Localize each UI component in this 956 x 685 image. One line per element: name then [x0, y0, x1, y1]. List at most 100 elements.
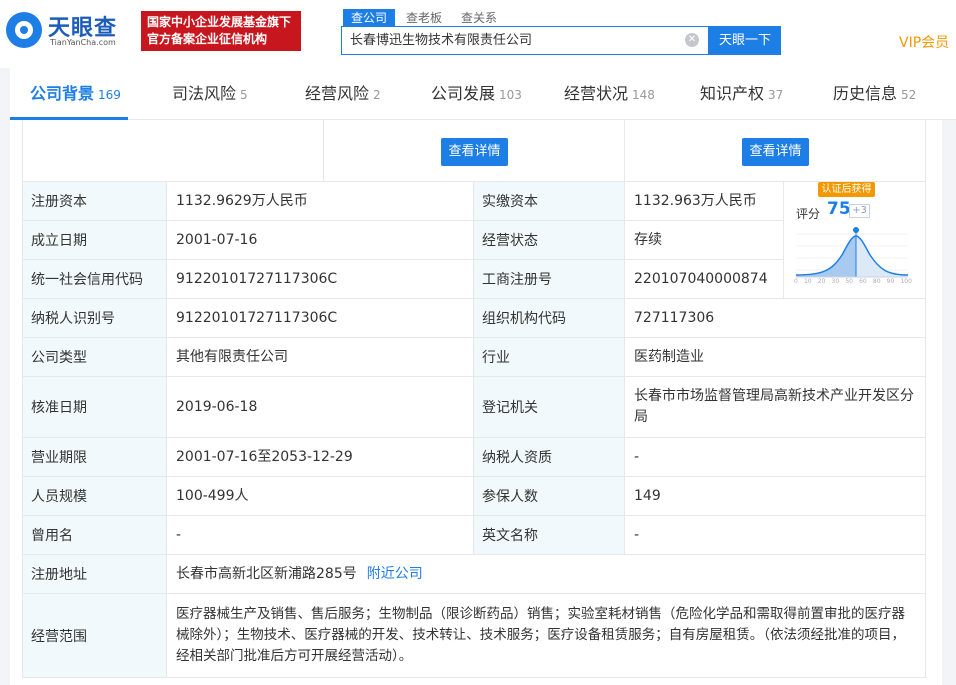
tab-count: 2: [373, 88, 381, 102]
axis-tick: 80: [872, 278, 881, 285]
field-label: 成立日期: [22, 221, 166, 259]
nearby-companies-link[interactable]: 附近公司: [367, 564, 423, 585]
search-tab-company[interactable]: 查公司: [343, 9, 396, 27]
score-widget[interactable]: 认证后获得 评分 75 +3 0 10 20 30 50 60 80 90 10…: [783, 182, 926, 299]
tab-count: 103: [499, 88, 522, 102]
tab-count: 5: [240, 88, 248, 102]
field-value: 727117306: [624, 299, 926, 337]
axis-tick: 50: [845, 278, 853, 285]
official-badge: 国家中小企业发展基金旗下 官方备案企业征信机构: [141, 11, 301, 51]
relation-cell: 查看详情: [624, 120, 926, 182]
field-label: 经营状态: [473, 221, 624, 259]
section-nav: 公司背景 169 司法风险 5 经营风险 2 公司发展 103 经营状况 148 知识产权…: [10, 68, 956, 120]
score-plus: +3: [849, 204, 870, 218]
eye-logo-icon: [6, 12, 42, 48]
field-label: 经营范围: [22, 594, 166, 677]
table-row: 核准日期 2019-06-18 登记机关 长春市市场监督管理局高新技术产业开发区…: [22, 377, 926, 438]
address-value: 长春市高新北区新浦路285号 附近公司: [166, 555, 926, 593]
clear-icon[interactable]: ✕: [685, 33, 699, 47]
axis-tick: 100: [900, 278, 912, 285]
logo[interactable]: 天眼查 TianYanCha.com: [6, 10, 134, 52]
search-input[interactable]: 长春博迅生物技术有限责任公司: [341, 26, 709, 55]
field-label: 纳税人资质: [473, 438, 624, 476]
field-label: 核准日期: [22, 377, 166, 437]
legal-rep-row: 查看详情 查看详情: [22, 120, 926, 182]
view-details-button[interactable]: 查看详情: [441, 138, 508, 166]
page-gutter: [943, 120, 956, 685]
field-value: 2019-06-18: [166, 377, 473, 437]
score-distribution-chart: [795, 227, 909, 278]
tab-count: 52: [901, 88, 917, 102]
field-value: 其他有限责任公司: [166, 338, 473, 376]
search-mode-tabs: 查公司 查老板 查关系: [343, 9, 508, 27]
field-value: 91220101727117306C: [166, 299, 473, 337]
axis-tick: 90: [886, 278, 895, 285]
field-value: -: [624, 438, 926, 476]
axis-tick: 60: [859, 278, 867, 285]
field-label: 统一社会信用代码: [22, 260, 166, 298]
score-axis: 0 10 20 30 50 60 80 90 100: [794, 278, 912, 288]
table-row: 公司类型 其他有限责任公司 行业 医药制造业: [22, 338, 926, 377]
field-label: 人员规模: [22, 477, 166, 515]
field-value: 2001-07-16至2053-12-29: [166, 438, 473, 476]
axis-tick: 20: [817, 278, 826, 285]
table-row: 注册地址 长春市高新北区新浦路285号 附近公司: [22, 555, 926, 594]
field-label: 实缴资本: [473, 182, 624, 220]
view-details-button[interactable]: 查看详情: [742, 138, 809, 166]
field-label: 英文名称: [473, 516, 624, 554]
top-bar: 天眼查 TianYanCha.com 国家中小企业发展基金旗下 官方备案企业征信…: [0, 0, 956, 68]
search-tab-relation[interactable]: 查关系: [453, 9, 505, 27]
shareholder-cell: 查看详情: [323, 120, 624, 182]
field-label: 注册资本: [22, 182, 166, 220]
badge-line-1: 国家中小企业发展基金旗下: [147, 15, 292, 29]
field-label: 曾用名: [22, 516, 166, 554]
field-label: 公司类型: [22, 338, 166, 376]
table-row: 经营范围 医疗器械生产及销售、售后服务；生物制品（限诊断药品）销售；实验室耗材销…: [22, 594, 926, 678]
company-info-panel: 查看详情 查看详情 注册资本 1132.9629万人民币 实缴资本 1132.9…: [10, 120, 942, 685]
field-label: 组织机构代码: [473, 299, 624, 337]
field-label: 登记机关: [473, 377, 624, 437]
section-nav-wrap: 公司背景 169 司法风险 5 经营风险 2 公司发展 103 经营状况 148 知识产权…: [0, 68, 956, 120]
search-button[interactable]: 天眼一下: [709, 26, 781, 55]
score-value: 75: [827, 199, 851, 219]
tab-business-risk[interactable]: 经营风险 2: [305, 68, 381, 120]
field-value: 149: [624, 477, 926, 515]
field-label: 参保人数: [473, 477, 624, 515]
field-value: 1132.963万人民币: [624, 182, 782, 220]
tab-intellectual-property[interactable]: 知识产权 37: [700, 68, 783, 120]
field-value: 长春市市场监督管理局高新技术产业开发区分局: [624, 377, 926, 437]
tab-label: 经营风险: [305, 84, 370, 103]
field-value: 存续: [624, 221, 782, 259]
field-value: 100-499人: [166, 477, 473, 515]
legal-rep-cell: [22, 120, 323, 182]
tab-history[interactable]: 历史信息 52: [833, 68, 916, 120]
field-value: 220107040000874: [624, 260, 782, 298]
table-row: 曾用名 - 英文名称 -: [22, 516, 926, 555]
table-row: 人员规模 100-499人 参保人数 149: [22, 477, 926, 516]
field-value: 91220101727117306C: [166, 260, 473, 298]
tab-label: 公司发展: [431, 84, 496, 103]
search-tab-boss[interactable]: 查老板: [398, 9, 450, 27]
axis-tick: 10: [803, 278, 812, 285]
tab-label: 经营状况: [564, 84, 629, 103]
field-label: 纳税人识别号: [22, 299, 166, 337]
field-label: 行业: [473, 338, 624, 376]
tab-label: 历史信息: [833, 84, 898, 103]
tab-label: 司法风险: [172, 84, 237, 103]
address-text: 长春市高新北区新浦路285号: [176, 565, 357, 582]
table-row: 纳税人识别号 91220101727117306C 组织机构代码 7271173…: [22, 299, 926, 338]
field-value: -: [166, 516, 473, 554]
axis-tick: 0: [794, 278, 798, 285]
tab-company-development[interactable]: 公司发展 103: [431, 68, 522, 120]
tab-company-background[interactable]: 公司背景 169: [30, 68, 121, 120]
tab-count: 37: [768, 88, 784, 102]
tab-count: 169: [98, 88, 121, 102]
axis-tick: 30: [831, 278, 840, 285]
field-value: -: [624, 516, 926, 554]
tab-label: 知识产权: [700, 84, 765, 103]
tab-operating-status[interactable]: 经营状况 148: [564, 68, 655, 120]
vip-link[interactable]: VIP会员: [899, 32, 949, 52]
field-value: 医药制造业: [624, 338, 926, 376]
tab-legal-risk[interactable]: 司法风险 5: [172, 68, 248, 120]
logo-domain: TianYanCha.com: [50, 38, 116, 47]
